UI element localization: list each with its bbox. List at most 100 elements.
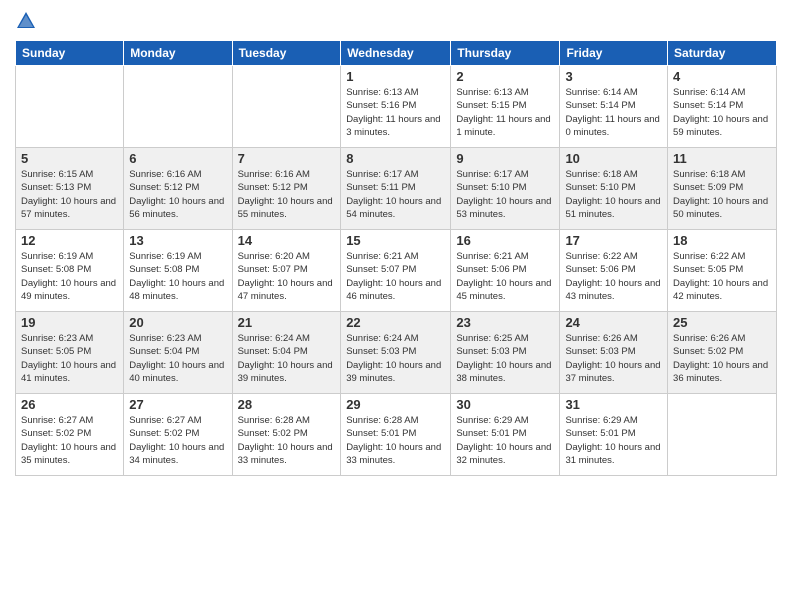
header-day-saturday: Saturday <box>668 41 777 66</box>
calendar-cell: 4Sunrise: 6:14 AM Sunset: 5:14 PM Daylig… <box>668 66 777 148</box>
day-number: 10 <box>565 151 662 166</box>
calendar-cell <box>16 66 124 148</box>
header <box>15 10 777 32</box>
day-number: 21 <box>238 315 336 330</box>
day-number: 8 <box>346 151 445 166</box>
day-info: Sunrise: 6:19 AM Sunset: 5:08 PM Dayligh… <box>21 250 118 303</box>
day-info: Sunrise: 6:26 AM Sunset: 5:02 PM Dayligh… <box>673 332 771 385</box>
day-info: Sunrise: 6:23 AM Sunset: 5:04 PM Dayligh… <box>129 332 226 385</box>
calendar-cell: 8 Sunrise: 6:17 AM Sunset: 5:11 PM Daylig… <box>341 148 451 230</box>
day-info: Sunrise: 6:13 AM Sunset: 5:15 PM Dayligh… <box>456 86 554 139</box>
day-number: 2 <box>456 69 554 84</box>
day-number: 15 <box>346 233 445 248</box>
day-info: Sunrise: 6:14 AM Sunset: 5:14 PM Dayligh… <box>673 86 771 139</box>
day-info: Sunrise: 6:27 AM Sunset: 5:02 PM Dayligh… <box>21 414 118 467</box>
day-info: Sunrise: 6:15 AM Sunset: 5:13 PM Dayligh… <box>21 168 118 221</box>
day-number: 27 <box>129 397 226 412</box>
header-day-sunday: Sunday <box>16 41 124 66</box>
calendar-cell: 6 Sunrise: 6:16 AM Sunset: 5:12 PM Daylig… <box>124 148 232 230</box>
header-day-monday: Monday <box>124 41 232 66</box>
day-number: 25 <box>673 315 771 330</box>
calendar-cell <box>668 394 777 476</box>
calendar-table: SundayMondayTuesdayWednesdayThursdayFrid… <box>15 40 777 476</box>
calendar-cell: 21 Sunrise: 6:24 AM Sunset: 5:04 PM Dayli… <box>232 312 341 394</box>
day-info: Sunrise: 6:29 AM Sunset: 5:01 PM Dayligh… <box>565 414 662 467</box>
day-info: Sunrise: 6:27 AM Sunset: 5:02 PM Dayligh… <box>129 414 226 467</box>
day-number: 20 <box>129 315 226 330</box>
calendar-cell: 23 Sunrise: 6:25 AM Sunset: 5:03 PM Dayli… <box>451 312 560 394</box>
day-number: 22 <box>346 315 445 330</box>
day-number: 28 <box>238 397 336 412</box>
day-info: Sunrise: 6:26 AM Sunset: 5:03 PM Dayligh… <box>565 332 662 385</box>
calendar-cell: 12 Sunrise: 6:19 AM Sunset: 5:08 PM Dayli… <box>16 230 124 312</box>
day-number: 5 <box>21 151 118 166</box>
calendar-header-row: SundayMondayTuesdayWednesdayThursdayFrid… <box>16 41 777 66</box>
calendar-cell: 5 Sunrise: 6:15 AM Sunset: 5:13 PM Daylig… <box>16 148 124 230</box>
day-number: 12 <box>21 233 118 248</box>
day-number: 17 <box>565 233 662 248</box>
header-day-tuesday: Tuesday <box>232 41 341 66</box>
day-info: Sunrise: 6:18 AM Sunset: 5:09 PM Dayligh… <box>673 168 771 221</box>
calendar-week-row: 1 Sunrise: 6:13 AM Sunset: 5:16 PM Daylig… <box>16 66 777 148</box>
day-number: 11 <box>673 151 771 166</box>
day-info: Sunrise: 6:25 AM Sunset: 5:03 PM Dayligh… <box>456 332 554 385</box>
calendar-cell: 16 Sunrise: 6:21 AM Sunset: 5:06 PM Dayli… <box>451 230 560 312</box>
day-number: 3 <box>565 69 662 84</box>
calendar-cell: 13 Sunrise: 6:19 AM Sunset: 5:08 PM Dayli… <box>124 230 232 312</box>
calendar-cell: 31Sunrise: 6:29 AM Sunset: 5:01 PM Dayli… <box>560 394 668 476</box>
day-number: 26 <box>21 397 118 412</box>
calendar-week-row: 26 Sunrise: 6:27 AM Sunset: 5:02 PM Dayli… <box>16 394 777 476</box>
calendar-cell: 29 Sunrise: 6:28 AM Sunset: 5:01 PM Dayli… <box>341 394 451 476</box>
calendar-cell: 17 Sunrise: 6:22 AM Sunset: 5:06 PM Dayli… <box>560 230 668 312</box>
calendar-cell: 30 Sunrise: 6:29 AM Sunset: 5:01 PM Dayli… <box>451 394 560 476</box>
calendar-cell: 11 Sunrise: 6:18 AM Sunset: 5:09 PM Dayli… <box>668 148 777 230</box>
calendar-cell: 18Sunrise: 6:22 AM Sunset: 5:05 PM Dayli… <box>668 230 777 312</box>
day-info: Sunrise: 6:21 AM Sunset: 5:06 PM Dayligh… <box>456 250 554 303</box>
calendar-cell: 27 Sunrise: 6:27 AM Sunset: 5:02 PM Dayli… <box>124 394 232 476</box>
day-info: Sunrise: 6:22 AM Sunset: 5:05 PM Dayligh… <box>673 250 771 303</box>
day-info: Sunrise: 6:21 AM Sunset: 5:07 PM Dayligh… <box>346 250 445 303</box>
day-info: Sunrise: 6:17 AM Sunset: 5:11 PM Dayligh… <box>346 168 445 221</box>
day-number: 13 <box>129 233 226 248</box>
day-number: 6 <box>129 151 226 166</box>
calendar-cell: 3 Sunrise: 6:14 AM Sunset: 5:14 PM Daylig… <box>560 66 668 148</box>
logo <box>15 10 41 32</box>
calendar-cell: 10 Sunrise: 6:18 AM Sunset: 5:10 PM Dayli… <box>560 148 668 230</box>
calendar-cell: 20 Sunrise: 6:23 AM Sunset: 5:04 PM Dayli… <box>124 312 232 394</box>
calendar-cell <box>124 66 232 148</box>
header-day-thursday: Thursday <box>451 41 560 66</box>
day-info: Sunrise: 6:18 AM Sunset: 5:10 PM Dayligh… <box>565 168 662 221</box>
day-info: Sunrise: 6:24 AM Sunset: 5:04 PM Dayligh… <box>238 332 336 385</box>
header-day-wednesday: Wednesday <box>341 41 451 66</box>
calendar-week-row: 5 Sunrise: 6:15 AM Sunset: 5:13 PM Daylig… <box>16 148 777 230</box>
calendar-week-row: 12 Sunrise: 6:19 AM Sunset: 5:08 PM Dayli… <box>16 230 777 312</box>
day-info: Sunrise: 6:29 AM Sunset: 5:01 PM Dayligh… <box>456 414 554 467</box>
day-info: Sunrise: 6:13 AM Sunset: 5:16 PM Dayligh… <box>346 86 445 139</box>
day-number: 9 <box>456 151 554 166</box>
logo-icon <box>15 10 37 32</box>
header-day-friday: Friday <box>560 41 668 66</box>
day-number: 1 <box>346 69 445 84</box>
day-number: 14 <box>238 233 336 248</box>
day-info: Sunrise: 6:20 AM Sunset: 5:07 PM Dayligh… <box>238 250 336 303</box>
day-info: Sunrise: 6:16 AM Sunset: 5:12 PM Dayligh… <box>129 168 226 221</box>
day-info: Sunrise: 6:19 AM Sunset: 5:08 PM Dayligh… <box>129 250 226 303</box>
day-number: 23 <box>456 315 554 330</box>
day-info: Sunrise: 6:28 AM Sunset: 5:02 PM Dayligh… <box>238 414 336 467</box>
calendar-cell: 24Sunrise: 6:26 AM Sunset: 5:03 PM Dayli… <box>560 312 668 394</box>
day-info: Sunrise: 6:22 AM Sunset: 5:06 PM Dayligh… <box>565 250 662 303</box>
day-number: 16 <box>456 233 554 248</box>
day-info: Sunrise: 6:17 AM Sunset: 5:10 PM Dayligh… <box>456 168 554 221</box>
calendar-cell: 22Sunrise: 6:24 AM Sunset: 5:03 PM Dayli… <box>341 312 451 394</box>
calendar-cell: 26 Sunrise: 6:27 AM Sunset: 5:02 PM Dayli… <box>16 394 124 476</box>
calendar-cell: 7Sunrise: 6:16 AM Sunset: 5:12 PM Daylig… <box>232 148 341 230</box>
day-info: Sunrise: 6:16 AM Sunset: 5:12 PM Dayligh… <box>238 168 336 221</box>
day-info: Sunrise: 6:28 AM Sunset: 5:01 PM Dayligh… <box>346 414 445 467</box>
calendar-cell: 19Sunrise: 6:23 AM Sunset: 5:05 PM Dayli… <box>16 312 124 394</box>
day-number: 30 <box>456 397 554 412</box>
calendar-cell: 14 Sunrise: 6:20 AM Sunset: 5:07 PM Dayli… <box>232 230 341 312</box>
day-info: Sunrise: 6:23 AM Sunset: 5:05 PM Dayligh… <box>21 332 118 385</box>
day-info: Sunrise: 6:14 AM Sunset: 5:14 PM Dayligh… <box>565 86 662 139</box>
day-number: 29 <box>346 397 445 412</box>
calendar-week-row: 19Sunrise: 6:23 AM Sunset: 5:05 PM Dayli… <box>16 312 777 394</box>
